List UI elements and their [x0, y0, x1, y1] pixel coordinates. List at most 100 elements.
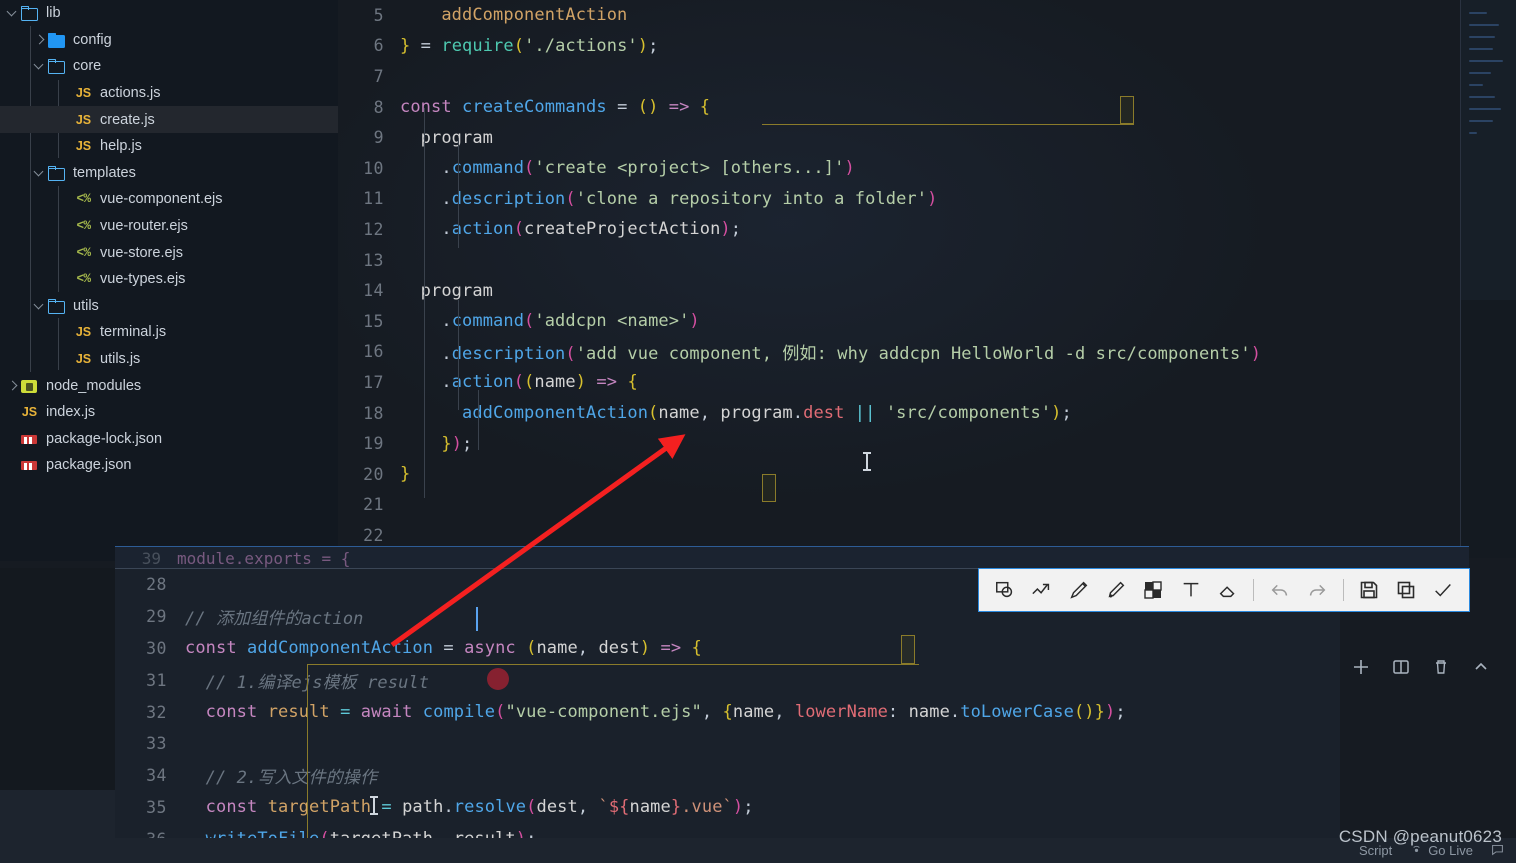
editor-bottom-pane[interactable]: 28 29 // 添加组件的action 30 const addComponentAc… [115, 568, 1340, 863]
twisty-placeholder [60, 192, 74, 206]
code-token: } [400, 464, 411, 485]
code-line[interactable]: 17 .action((name) => { [338, 367, 1516, 398]
split-terminal-icon[interactable] [1388, 654, 1414, 680]
tree-item-create-js[interactable]: JS create.js [0, 106, 338, 133]
bracket-match-highlight [901, 635, 915, 664]
chevron-right-icon[interactable] [33, 33, 47, 47]
eraser-icon[interactable] [1210, 573, 1245, 607]
code-token: ) [575, 372, 587, 393]
code-line[interactable]: 12 .action(createProjectAction); [338, 214, 1516, 245]
tree-item-label: lib [46, 5, 61, 22]
tree-item-lib[interactable]: lib [0, 0, 338, 27]
code-token: require [441, 35, 514, 56]
collapse-panel-icon[interactable] [1468, 654, 1494, 680]
code-token: ; [743, 797, 754, 818]
code-line[interactable]: 10 .command('create <project> [others...… [338, 153, 1516, 184]
highlighter-icon[interactable] [1099, 573, 1134, 607]
undo-icon[interactable] [1262, 573, 1297, 607]
kill-terminal-icon[interactable] [1428, 654, 1454, 680]
code-line[interactable]: 21 [338, 490, 1516, 521]
line-number: 10 [363, 158, 384, 178]
code-line[interactable]: 19 }); [338, 428, 1516, 459]
annotation-toolbar[interactable] [978, 568, 1470, 612]
code-line[interactable]: 33 [115, 728, 1340, 760]
tree-item-terminal-js[interactable]: JS terminal.js [0, 319, 338, 346]
code-line[interactable]: 30 const addComponentAction = async (name… [115, 633, 1340, 665]
code-line[interactable]: 32 const result = await compile("vue-com… [115, 696, 1340, 728]
code-line[interactable]: 6} = require('./actions'); [338, 31, 1516, 62]
tree-item-help-js[interactable]: JS help.js [0, 133, 338, 160]
chevron-down-icon[interactable] [33, 299, 47, 313]
code-line[interactable]: 8 const createCommands = () => { [338, 92, 1516, 123]
tree-item-package-lock-json[interactable]: package-lock.json [0, 426, 338, 453]
code-line-text: addComponentAction(name, program.dest ||… [400, 403, 1072, 423]
tree-item-templates[interactable]: templates [0, 160, 338, 187]
tree-item-actions-js[interactable]: JS actions.js [0, 80, 338, 107]
code-token: = [433, 638, 465, 659]
shapes-icon[interactable] [987, 573, 1022, 607]
code-line[interactable]: 31 // 1.编译ejs模板 result [115, 664, 1340, 696]
arrow-line-icon[interactable] [1024, 573, 1059, 607]
chevron-down-icon[interactable] [33, 166, 47, 180]
tree-item-vue-store-ejs[interactable]: <% vue-store.ejs [0, 239, 338, 266]
chevron-right-icon[interactable] [6, 379, 20, 393]
tree-item-config[interactable]: config [0, 27, 338, 54]
code-line[interactable]: 18 addComponentAction(name, program.dest… [338, 398, 1516, 429]
editor-minimap[interactable] [1460, 0, 1516, 558]
copy-icon[interactable] [1389, 573, 1424, 607]
code-line[interactable]: 34 // 2.写入文件的操作 [115, 760, 1340, 792]
twisty-placeholder [60, 113, 74, 127]
code-line[interactable]: 11 .description('clone a repository into… [338, 184, 1516, 215]
redo-icon[interactable] [1299, 573, 1334, 607]
minimap-slider[interactable] [1461, 0, 1516, 300]
tree-item-vue-router-ejs[interactable]: <% vue-router.ejs [0, 213, 338, 240]
save-icon[interactable] [1351, 573, 1386, 607]
code-line[interactable]: 5 addComponentAction [338, 0, 1516, 31]
code-line[interactable]: 7 [338, 61, 1516, 92]
pencil-icon[interactable] [1061, 573, 1096, 607]
code-line[interactable]: 15 .command('addcpn <name>') [338, 306, 1516, 337]
tree-item-utils[interactable]: utils [0, 293, 338, 320]
mosaic-icon[interactable] [1136, 573, 1171, 607]
code-line[interactable]: 14 program [338, 275, 1516, 306]
code-line[interactable]: 16 .description('add vue component, 例如: … [338, 337, 1516, 368]
tree-item-vue-component-ejs[interactable]: <% vue-component.ejs [0, 186, 338, 213]
code-token: ) [1084, 702, 1095, 723]
code-token: ( [513, 219, 525, 240]
status-bar[interactable]: Script Go Live [0, 838, 1516, 863]
code-token: } [441, 433, 452, 454]
tree-item-index-js[interactable]: JS index.js [0, 399, 338, 426]
tree-item-vue-types-ejs[interactable]: <% vue-types.ejs [0, 266, 338, 293]
code-line[interactable]: 35 const targetPath = path.resolve(dest,… [115, 792, 1340, 824]
tree-item-utils-js[interactable]: JS utils.js [0, 346, 338, 373]
csdn-watermark: CSDN @peanut0623 [1338, 827, 1502, 846]
tree-item-core[interactable]: core [0, 53, 338, 80]
tree-item-package-json[interactable]: package.json [0, 452, 338, 479]
text-icon[interactable] [1173, 573, 1208, 607]
code-line[interactable]: 13 [338, 245, 1516, 276]
explorer-file-tree[interactable]: lib config core JS actions.js JS create.js JS he… [0, 0, 338, 561]
code-line[interactable]: 9 program [338, 122, 1516, 153]
code-token: ( [524, 311, 535, 332]
tree-item-node-modules[interactable]: node_modules [0, 372, 338, 399]
code-token: ( [524, 372, 535, 393]
code-token: = [381, 797, 392, 818]
chevron-down-icon[interactable] [6, 6, 20, 20]
npm-icon [20, 431, 39, 447]
code-line-text: .command('addcpn <name>') [400, 311, 700, 331]
chevron-down-icon[interactable] [33, 59, 47, 73]
confirm-check-icon[interactable] [1426, 573, 1461, 607]
terminal-actions[interactable] [1340, 640, 1516, 694]
code-line[interactable]: 20} [338, 459, 1516, 490]
new-terminal-icon[interactable] [1348, 654, 1374, 680]
folder-icon [47, 165, 66, 181]
editor-top-pane[interactable]: 5 addComponentAction 6} = require('./acti… [338, 0, 1516, 558]
editor-top-code[interactable]: 5 addComponentAction 6} = require('./acti… [338, 0, 1516, 551]
mouse-text-cursor [863, 452, 871, 471]
code-token: . [400, 219, 452, 240]
